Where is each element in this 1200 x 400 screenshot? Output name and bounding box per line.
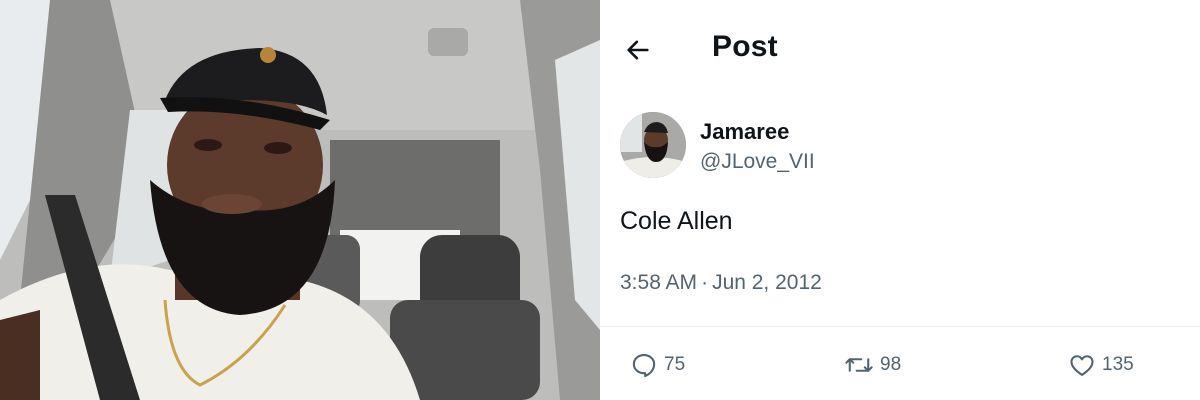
car-selfie-image	[0, 0, 600, 400]
repost-count: 98	[880, 354, 902, 375]
user-handle[interactable]: @JLove_VII	[700, 150, 815, 174]
like-count: 135	[1102, 354, 1134, 375]
post-header: Post	[600, 0, 1200, 100]
display-name[interactable]: Jamaree	[700, 119, 789, 145]
arrow-left-icon	[627, 40, 649, 60]
post-text: Cole Allen	[620, 207, 733, 235]
repost-button[interactable]: 98	[844, 348, 901, 382]
page-title: Post	[712, 30, 778, 63]
profile-photo	[0, 0, 600, 400]
reply-count: 75	[664, 354, 686, 375]
heart-icon	[1070, 355, 1094, 376]
divider	[600, 326, 1200, 327]
action-bar: 75 98 135	[600, 340, 1200, 390]
like-button[interactable]: 135	[1068, 348, 1134, 382]
avatar-image	[620, 112, 686, 178]
post-time: 3:58 AM	[620, 271, 698, 294]
repost-icon	[845, 358, 873, 372]
post-date: Jun 2, 2012	[712, 271, 822, 294]
reply-icon	[632, 354, 656, 378]
back-button[interactable]	[620, 32, 656, 68]
post-panel: Post Jamaree @JLove_VII Cole Allen 3:58 …	[600, 0, 1200, 400]
reply-button[interactable]: 75	[630, 348, 685, 382]
timestamp-separator: ·	[701, 271, 709, 294]
avatar[interactable]	[620, 112, 686, 178]
post-timestamp[interactable]: 3:58 AM · Jun 2, 2012	[620, 271, 822, 295]
post-author: Jamaree @JLove_VII	[620, 112, 1180, 182]
